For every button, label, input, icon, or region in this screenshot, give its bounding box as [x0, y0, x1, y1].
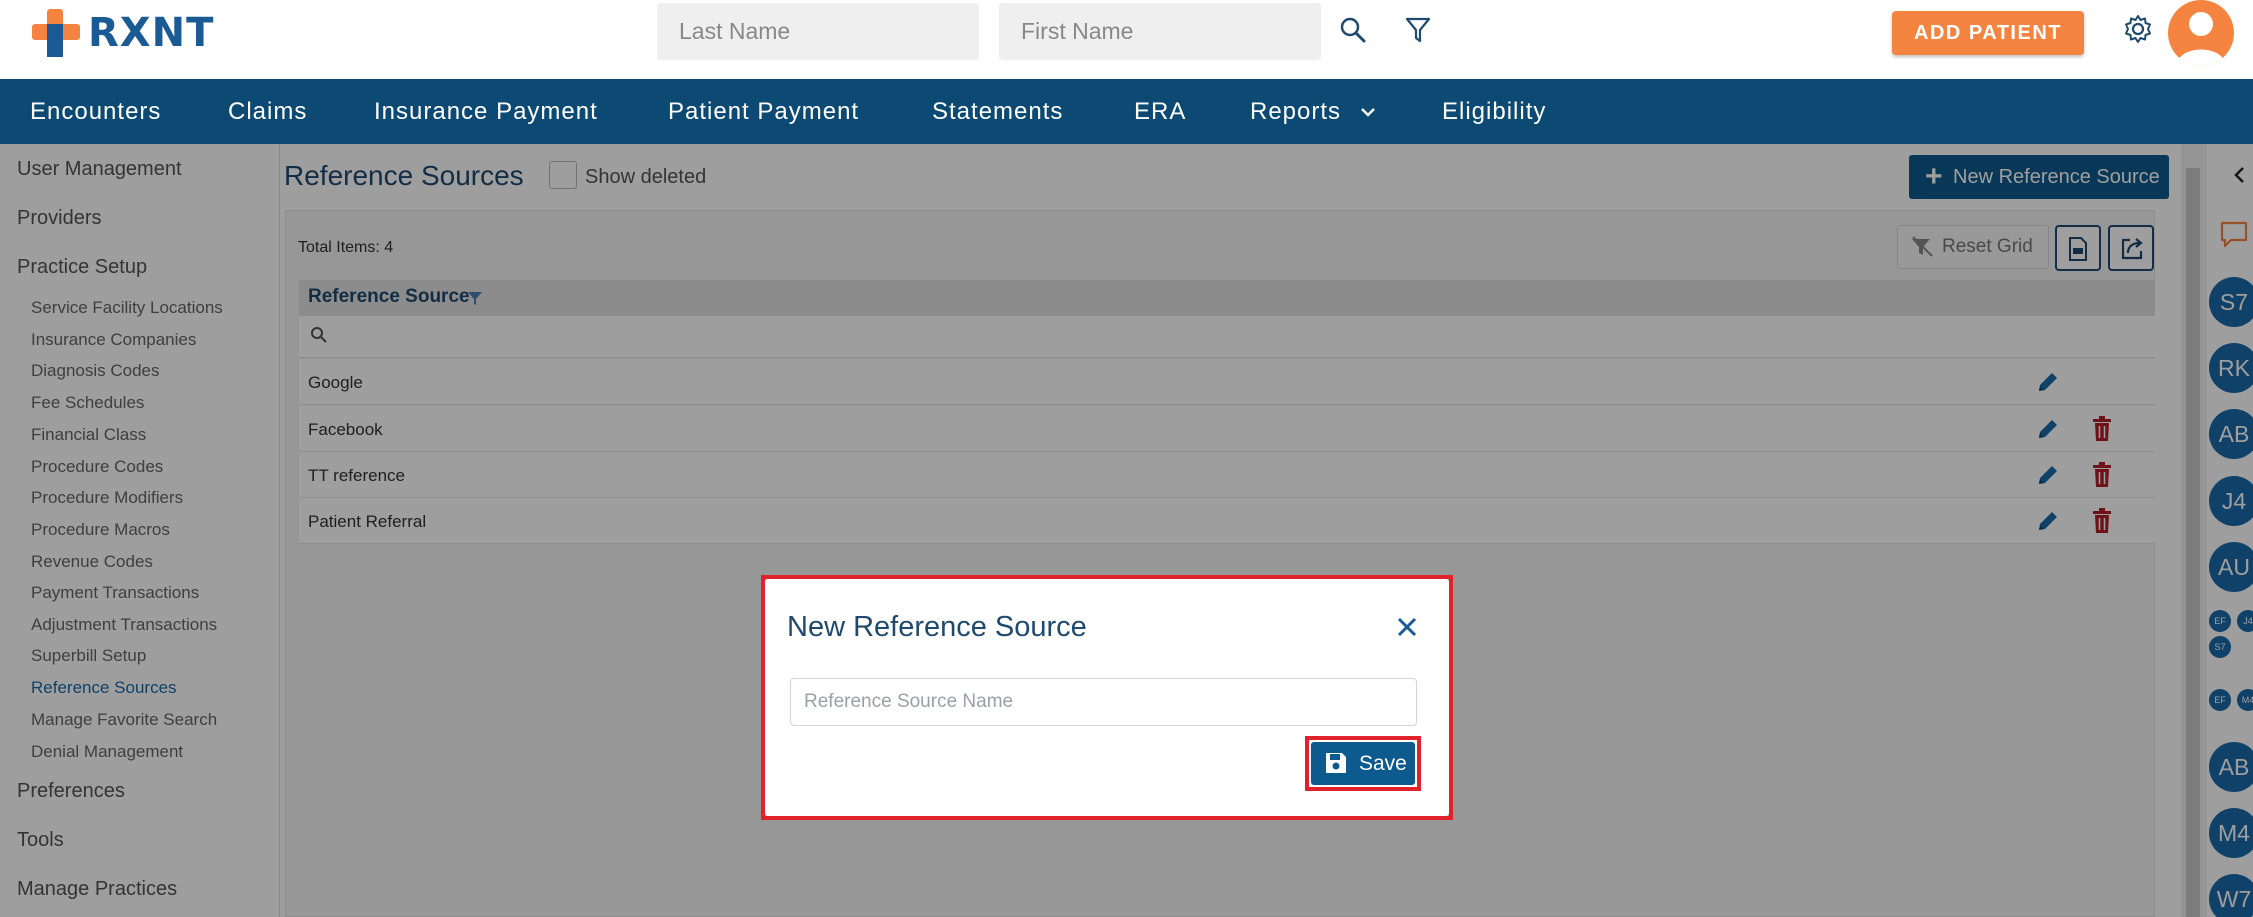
user-avatar-icon [2176, 12, 2226, 66]
nav-statements[interactable]: Statements [932, 79, 1063, 144]
floppy-disk-icon [1326, 753, 1346, 773]
gear-icon[interactable] [2122, 13, 2154, 45]
chevron-down-icon[interactable] [1360, 106, 1376, 118]
filter-icon[interactable] [1404, 15, 1432, 45]
save-button[interactable]: Save [1311, 742, 1415, 785]
add-patient-button[interactable]: ADD PATIENT [1892, 11, 2084, 55]
nav-reports[interactable]: Reports [1250, 79, 1341, 144]
save-label: Save [1359, 751, 1407, 775]
search-icon[interactable] [1339, 16, 1367, 44]
user-avatar[interactable] [2168, 0, 2234, 66]
modal-title: New Reference Source [787, 611, 1087, 643]
main-nav: Encounters Claims Insurance Payment Pati… [0, 79, 2253, 144]
first-name-input[interactable] [999, 3, 1321, 60]
rxnt-logo[interactable]: RXNT [30, 6, 214, 60]
reference-source-name-input[interactable] [790, 678, 1417, 726]
nav-eligibility[interactable]: Eligibility [1442, 79, 1546, 144]
nav-claims[interactable]: Claims [228, 79, 307, 144]
nav-encounters[interactable]: Encounters [30, 79, 161, 144]
last-name-input[interactable] [657, 3, 979, 60]
close-icon[interactable] [1393, 613, 1421, 641]
nav-era[interactable]: ERA [1134, 79, 1186, 144]
logo-text: RXNT [88, 10, 215, 56]
rxnt-cross-icon [32, 9, 80, 57]
app-header: RXNT ADD PATIENT [0, 0, 2253, 79]
nav-patient-payment[interactable]: Patient Payment [668, 79, 859, 144]
nav-insurance-payment[interactable]: Insurance Payment [374, 79, 598, 144]
